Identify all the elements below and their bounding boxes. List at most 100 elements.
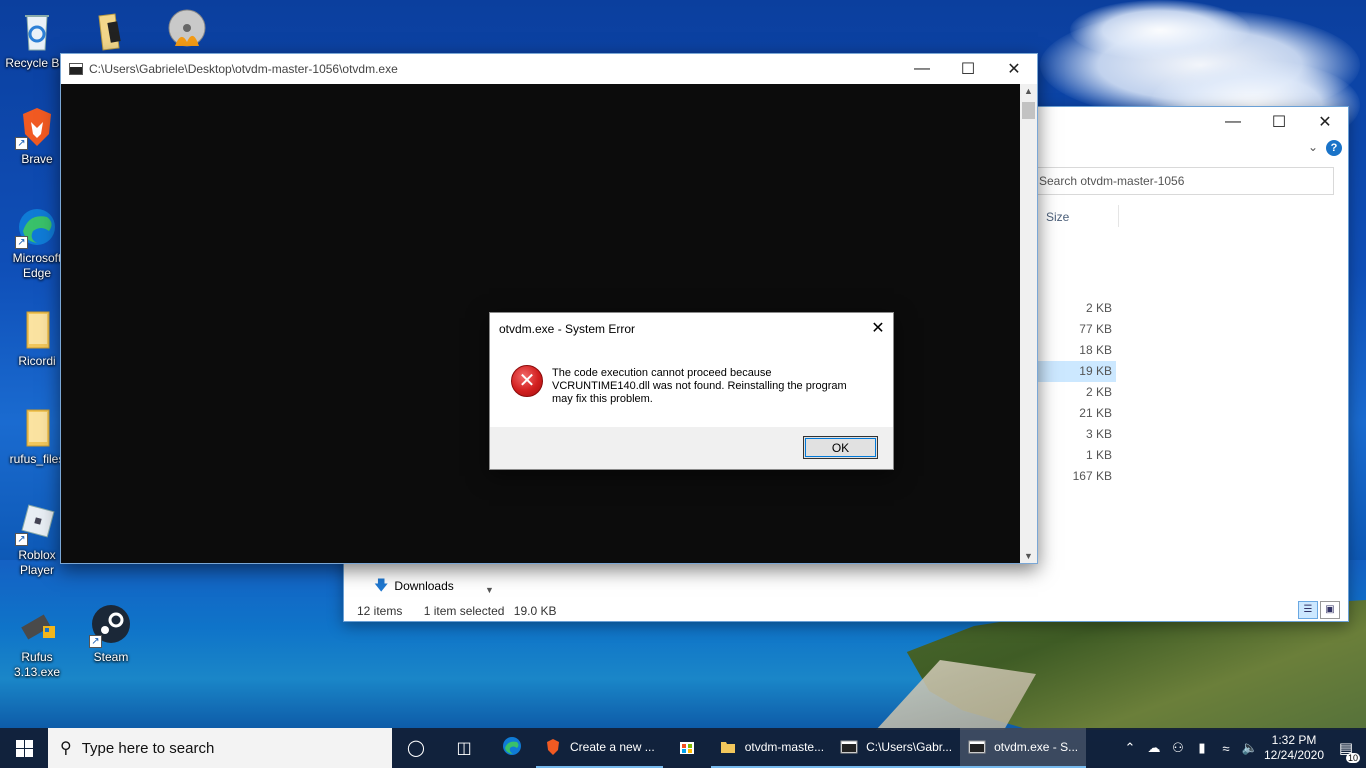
status-selected-count: 1 item selected xyxy=(423,604,505,618)
console-app-icon xyxy=(69,63,83,75)
close-button[interactable]: ✕ xyxy=(1302,107,1348,137)
recycle-bin-icon xyxy=(15,8,59,54)
taskbar-app-console[interactable]: C:\Users\Gabr... xyxy=(832,728,961,768)
wifi-icon[interactable]: ≈ xyxy=(1214,741,1238,756)
taskbar-app-brave[interactable]: Create a new ... xyxy=(536,728,663,768)
clock-time: 1:32 PM xyxy=(1271,733,1317,747)
file-row-size[interactable]: 1 KB xyxy=(1038,445,1116,466)
file-row-size[interactable]: 3 KB xyxy=(1038,424,1116,445)
console-window[interactable]: C:\Users\Gabriele\Desktop\otvdm-master-1… xyxy=(60,53,1038,564)
desktop-icon-label: Microsoft Edge xyxy=(12,251,62,280)
minimize-button[interactable]: — xyxy=(899,54,945,84)
column-divider[interactable] xyxy=(1118,205,1119,227)
file-row-size[interactable]: 2 KB xyxy=(1038,382,1116,403)
taskbar-clock[interactable]: 1:32 PM 12/24/2020 xyxy=(1262,733,1326,763)
desktop-icon-shortcut[interactable] xyxy=(74,8,148,56)
console-title: C:\Users\Gabriele\Desktop\otvdm-master-1… xyxy=(89,62,398,76)
file-row-size-selected[interactable]: 19 KB xyxy=(1038,361,1116,382)
scroll-up-arrow-icon[interactable]: ▲ xyxy=(1020,86,1037,96)
desktop-icon-label: Steam xyxy=(93,650,129,664)
taskbar-app-label: otvdm.exe - S... xyxy=(994,740,1079,754)
store-bag-icon xyxy=(678,737,696,760)
column-header-size[interactable]: Size xyxy=(1046,210,1069,224)
search-icon: ⚲ xyxy=(60,740,72,757)
maximize-button[interactable]: ☐ xyxy=(1256,107,1302,137)
file-row-size[interactable]: 77 KB xyxy=(1038,319,1116,340)
download-arrow-icon: 🡇 xyxy=(374,577,389,593)
taskbar-search-box[interactable]: ⚲ Type here to search xyxy=(48,728,392,768)
taskbar-search-placeholder: Type here to search xyxy=(81,739,215,757)
maximize-button[interactable]: ☐ xyxy=(945,54,991,84)
system-error-dialog[interactable]: otvdm.exe - System Error ✕ ✕ The code ex… xyxy=(489,312,894,470)
meet-now-icon[interactable]: ⚇ xyxy=(1166,740,1190,756)
edge-icon xyxy=(502,736,522,761)
taskbar-app-label: otvdm-maste... xyxy=(744,740,825,754)
desktop-icon-rufus[interactable]: Rufus 3.13.exe xyxy=(0,602,74,680)
clock-date: 12/24/2020 xyxy=(1263,748,1325,762)
taskbar-app-error-dialog[interactable]: otvdm.exe - S... xyxy=(960,728,1087,768)
large-icons-view-icon[interactable]: ▣ xyxy=(1320,601,1340,619)
show-hidden-icons-chevron-icon[interactable]: ⌃ xyxy=(1118,740,1142,756)
ribbon-expand-chevron-icon[interactable]: ⌄ xyxy=(1308,140,1318,154)
desktop-icon-steam[interactable]: ↗ Steam xyxy=(74,602,148,665)
nav-scroll-down-arrow-icon[interactable]: ▼ xyxy=(485,585,494,595)
details-view-icon[interactable]: ☰ xyxy=(1298,601,1318,619)
task-view-button[interactable]: ◫ xyxy=(440,728,488,768)
brave-icon xyxy=(544,738,562,756)
shortcut-arrow-icon: ↗ xyxy=(15,137,28,150)
cloud xyxy=(1070,0,1250,60)
file-row-size[interactable]: 167 KB xyxy=(1038,466,1116,487)
console-icon xyxy=(840,738,858,756)
dialog-close-button[interactable]: ✕ xyxy=(863,313,893,343)
scroll-down-arrow-icon[interactable]: ▼ xyxy=(1020,551,1037,561)
taskbar-app-label: Create a new ... xyxy=(570,740,655,754)
action-center-button[interactable]: ▤ 10 xyxy=(1326,739,1366,763)
folder-icon xyxy=(15,404,59,450)
windows-logo-icon xyxy=(15,739,33,757)
file-row-size[interactable]: 18 KB xyxy=(1038,340,1116,361)
taskbar-store-button[interactable] xyxy=(663,728,711,768)
console-scrollbar[interactable]: ▲ ▼ xyxy=(1020,84,1037,563)
desktop-icon-label: Roblox Player xyxy=(18,548,56,577)
brave-icon: ↗ xyxy=(15,104,59,150)
onedrive-cloud-icon[interactable]: ☁ xyxy=(1142,740,1166,756)
status-selected-size: 19.0 KB xyxy=(513,604,557,618)
dialog-footer: OK xyxy=(490,427,893,469)
nav-downloads-label: Downloads xyxy=(394,579,454,593)
file-row-size[interactable]: 2 KB xyxy=(1038,298,1116,319)
shortcut-arrow-icon: ↗ xyxy=(15,236,28,249)
nav-pane-downloads[interactable]: 🡇 Downloads xyxy=(374,575,454,599)
close-button[interactable]: ✕ xyxy=(991,54,1037,84)
desktop-icon-label: Rufus 3.13.exe xyxy=(13,650,61,679)
console-title-bar[interactable]: C:\Users\Gabriele\Desktop\otvdm-master-1… xyxy=(61,54,1037,84)
volume-icon[interactable]: 🔈 xyxy=(1238,740,1262,756)
scroll-thumb[interactable] xyxy=(1022,102,1035,119)
battery-icon[interactable]: ▮ xyxy=(1190,740,1214,756)
view-switcher: ☰ ▣ xyxy=(1298,601,1340,619)
cortana-button[interactable]: ◯ xyxy=(392,728,440,768)
taskbar-edge-button[interactable] xyxy=(488,728,536,768)
console-icon xyxy=(968,738,986,756)
start-button[interactable] xyxy=(0,728,48,768)
ok-button[interactable]: OK xyxy=(803,436,878,459)
desktop-icon-label: rufus_files xyxy=(9,452,65,466)
search-input[interactable]: Search otvdm-master-1056 xyxy=(1034,167,1334,195)
minimize-button[interactable]: — xyxy=(1210,107,1256,137)
notification-count-badge: 10 xyxy=(1345,753,1360,763)
dialog-title: otvdm.exe - System Error xyxy=(499,322,636,336)
error-icon: ✕ xyxy=(511,365,543,397)
shortcut-arrow-icon: ↗ xyxy=(89,635,102,648)
file-row-size[interactable]: 21 KB xyxy=(1038,403,1116,424)
system-tray: ⌃ ☁ ⚇ ▮ ≈ 🔈 1:32 PM 12/24/2020 ▤ 10 xyxy=(1118,728,1366,768)
usb-drive-icon xyxy=(15,602,59,648)
roblox-icon: ↗ xyxy=(15,500,59,546)
taskbar: ⚲ Type here to search ◯ ◫ Create a new .… xyxy=(0,728,1366,768)
taskbar-app-explorer[interactable]: otvdm-maste... xyxy=(710,728,833,768)
folder-icon xyxy=(89,8,133,54)
steam-icon: ↗ xyxy=(89,602,133,648)
task-view-icon: ◫ xyxy=(456,740,472,757)
desktop-icon-disc-burner[interactable] xyxy=(150,6,224,54)
help-icon[interactable]: ? xyxy=(1326,140,1342,156)
disc-flame-icon xyxy=(165,6,209,52)
desktop-icon-label: Ricordi xyxy=(18,354,56,368)
